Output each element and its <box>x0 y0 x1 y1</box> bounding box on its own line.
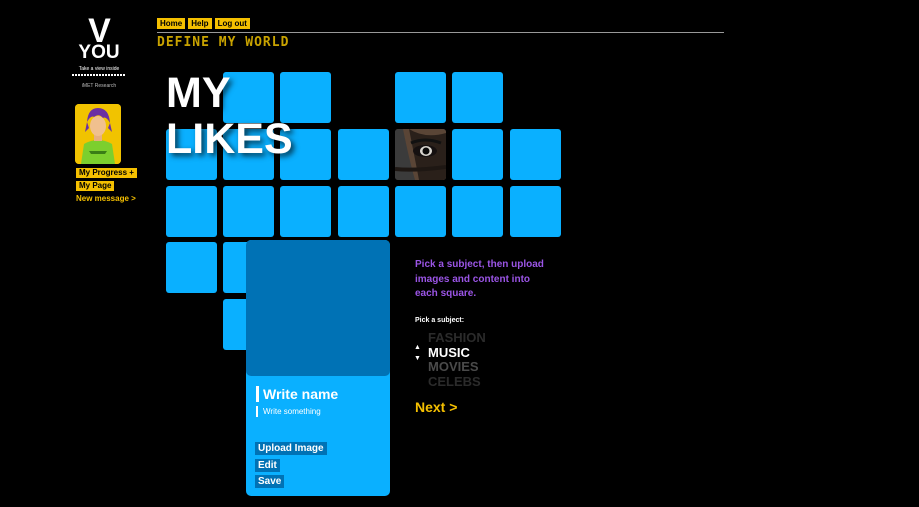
grid-tile[interactable] <box>510 186 561 237</box>
subject-option-music[interactable]: MUSIC <box>428 345 486 361</box>
pick-subject-label: Pick a subject: <box>415 317 465 324</box>
grid-tile[interactable] <box>338 129 389 180</box>
save-button[interactable]: Save <box>255 475 285 488</box>
grid-tile[interactable] <box>510 129 561 180</box>
subject-option-celebs[interactable]: CELEBS <box>428 374 486 390</box>
grid-tile[interactable] <box>280 186 331 237</box>
face-photo-icon <box>395 129 446 180</box>
grid-tile[interactable] <box>395 186 446 237</box>
grid-tile[interactable] <box>223 186 274 237</box>
edit-button[interactable]: Edit <box>255 459 280 472</box>
page-title-line2: LIKES <box>166 115 293 163</box>
subject-option-movies[interactable]: MOVIES <box>428 359 486 375</box>
grid-tile[interactable] <box>452 186 503 237</box>
name-input[interactable]: Write name <box>256 386 338 402</box>
grid-tile[interactable] <box>338 186 389 237</box>
grid-tile[interactable] <box>395 72 446 123</box>
page-title-line1: MY <box>166 69 231 117</box>
image-drop-area[interactable] <box>246 240 390 376</box>
subject-option-fashion[interactable]: FASHION <box>428 330 486 346</box>
next-button[interactable]: Next > <box>415 399 457 415</box>
upload-image-button[interactable]: Upload Image <box>255 442 327 455</box>
description-input[interactable]: Write something <box>256 406 321 417</box>
tile-editor-card: Write name Write something Upload Image … <box>246 240 390 496</box>
grid-tile[interactable] <box>452 129 503 180</box>
grid-tile[interactable] <box>452 72 503 123</box>
page-title: MY LIKES <box>166 70 293 162</box>
grid-tile[interactable] <box>166 186 217 237</box>
grid-tile[interactable] <box>166 242 217 293</box>
instructions-text: Pick a subject, then upload images and c… <box>415 259 544 299</box>
arrow-up-icon[interactable]: ▲ <box>414 344 421 351</box>
arrow-down-icon[interactable]: ▼ <box>414 355 421 362</box>
grid-tile-photo[interactable] <box>395 129 446 180</box>
likes-grid <box>0 0 919 507</box>
subject-picker[interactable]: FASHION MUSIC MOVIES CELEBS <box>428 330 486 390</box>
